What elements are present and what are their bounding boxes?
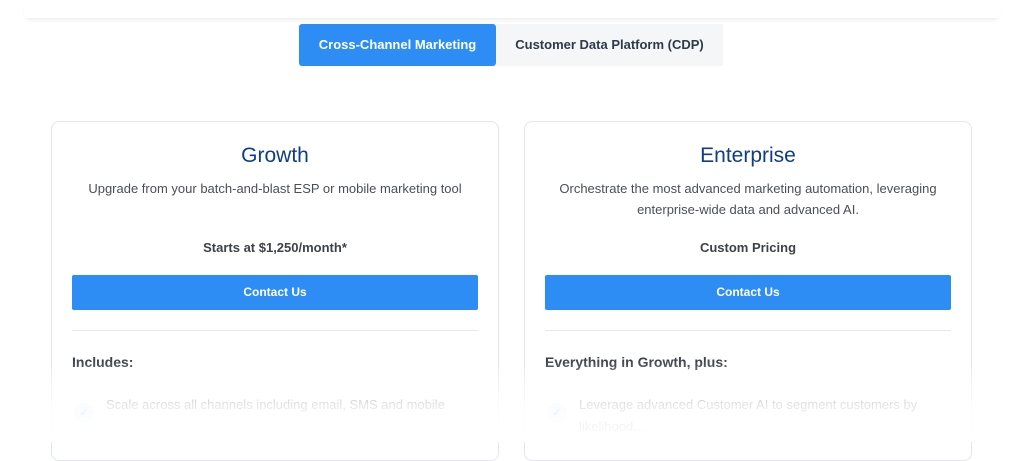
plan-card-enterprise: Enterprise Orchestrate the most advanced… xyxy=(524,121,972,461)
feature-item: ✓ Leverage advanced Customer AI to segme… xyxy=(545,394,951,444)
feature-text: Scale across all channels including emai… xyxy=(106,397,445,412)
plan-description: Upgrade from your batch-and-blast ESP or… xyxy=(88,181,462,196)
check-icon: ✓ xyxy=(547,403,567,423)
feature-item: ✓ Scale across all channels including em… xyxy=(72,394,478,444)
contact-us-button[interactable]: Contact Us xyxy=(545,275,951,310)
tab-cross-channel-marketing[interactable]: Cross-Channel Marketing xyxy=(299,24,496,66)
check-icon: ✓ xyxy=(74,403,94,423)
feature-text: Leverage advanced Customer AI to segment… xyxy=(579,397,918,434)
header-bar xyxy=(24,0,1000,18)
divider xyxy=(545,330,951,331)
includes-heading: Everything in Growth, plus: xyxy=(545,354,728,370)
contact-us-button[interactable]: Contact Us xyxy=(72,275,478,310)
includes-heading: Includes: xyxy=(72,354,134,370)
plan-card-growth: Growth Upgrade from your batch-and-blast… xyxy=(51,121,499,461)
plan-price: Custom Pricing xyxy=(699,240,797,255)
plan-title: Growth xyxy=(241,144,309,167)
plan-title: Enterprise xyxy=(700,144,796,167)
divider xyxy=(72,330,478,331)
plan-price: Starts at $1,250/month* xyxy=(203,240,347,255)
tab-customer-data-platform[interactable]: Customer Data Platform (CDP) xyxy=(496,24,723,66)
plan-category-tabs: Cross-Channel Marketing Customer Data Pl… xyxy=(299,24,723,66)
plan-description: Orchestrate the most advanced marketing … xyxy=(559,181,937,217)
